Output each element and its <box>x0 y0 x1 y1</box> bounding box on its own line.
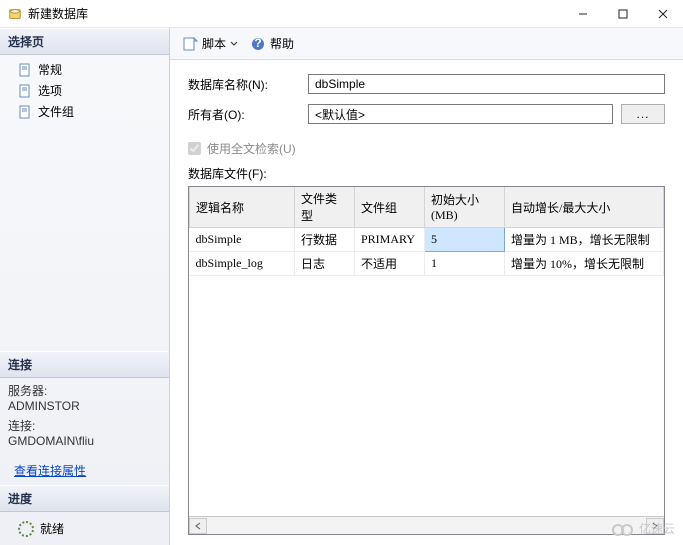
owner-label: 所有者(O): <box>188 106 308 123</box>
help-icon: ? <box>250 36 266 52</box>
view-connection-properties-link[interactable]: 查看连接属性 <box>14 462 86 479</box>
help-button[interactable]: ? 帮助 <box>246 33 298 54</box>
sidebar-item-general[interactable]: 常规 <box>0 59 169 80</box>
scroll-right-icon[interactable] <box>646 518 664 534</box>
col-filegroup[interactable]: 文件组 <box>355 187 425 228</box>
select-page-header: 选择页 <box>0 28 169 55</box>
page-icon <box>18 84 32 98</box>
sidebar-item-label: 文件组 <box>38 103 74 120</box>
horizontal-scrollbar[interactable] <box>189 516 664 534</box>
fulltext-checkbox <box>188 142 201 155</box>
form-area: 数据库名称(N): 所有者(O): ... <box>170 60 683 140</box>
help-label: 帮助 <box>270 35 294 52</box>
owner-row: 所有者(O): ... <box>188 104 665 124</box>
progress-status: 就绪 <box>0 512 169 545</box>
scroll-left-icon[interactable] <box>189 518 207 534</box>
cell-file-type[interactable]: 日志 <box>295 252 355 276</box>
page-nav-list: 常规 选项 文件组 <box>0 55 169 126</box>
files-table[interactable]: 逻辑名称 文件类型 文件组 初始大小(MB) 自动增长/最大大小 dbSimpl… <box>189 187 664 276</box>
sidebar-item-options[interactable]: 选项 <box>0 80 169 101</box>
col-file-type[interactable]: 文件类型 <box>295 187 355 228</box>
title-bar: 新建数据库 <box>0 0 683 28</box>
sidebar-item-label: 常规 <box>38 61 62 78</box>
col-autogrowth[interactable]: 自动增长/最大大小 <box>505 187 664 228</box>
cell-autogrowth[interactable]: 增量为 10%，增长无限制 <box>505 252 664 276</box>
minimize-button[interactable] <box>563 0 603 28</box>
cell-autogrowth[interactable]: 增量为 1 MB，增长无限制 <box>505 228 664 252</box>
connection-header: 连接 <box>0 351 169 378</box>
connection-label: 连接: <box>8 417 161 434</box>
connection-info: 服务器: ADMINSTOR 连接: GMDOMAIN\fliu <box>0 378 169 456</box>
svg-text:?: ? <box>254 36 261 50</box>
table-row[interactable]: dbSimple_log 日志 不适用 1 增量为 10%，增长无限制 <box>190 252 664 276</box>
progress-header: 进度 <box>0 485 169 512</box>
page-icon <box>18 63 32 77</box>
content-panel: 脚本 ? 帮助 数据库名称(N): 所有者(O): ... 使用全文检索(U) <box>170 28 683 545</box>
sidebar-item-label: 选项 <box>38 82 62 99</box>
ready-icon <box>18 521 34 537</box>
toolbar: 脚本 ? 帮助 <box>170 28 683 60</box>
fulltext-label: 使用全文检索(U) <box>207 140 296 157</box>
db-name-input[interactable] <box>308 74 665 94</box>
files-table-container: 逻辑名称 文件类型 文件组 初始大小(MB) 自动增长/最大大小 dbSimpl… <box>188 186 665 535</box>
cell-filegroup[interactable]: PRIMARY <box>355 228 425 252</box>
page-icon <box>18 105 32 119</box>
table-row[interactable]: dbSimple 行数据 PRIMARY 5 增量为 1 MB，增长无限制 <box>190 228 664 252</box>
script-button[interactable]: 脚本 <box>178 33 242 54</box>
owner-input[interactable] <box>308 104 613 124</box>
fulltext-row: 使用全文检索(U) <box>170 140 683 165</box>
db-name-row: 数据库名称(N): <box>188 74 665 94</box>
cell-logical-name[interactable]: dbSimple_log <box>190 252 295 276</box>
sidebar-item-filegroups[interactable]: 文件组 <box>0 101 169 122</box>
col-logical-name[interactable]: 逻辑名称 <box>190 187 295 228</box>
script-icon <box>182 36 198 52</box>
database-files-label: 数据库文件(F): <box>170 165 683 186</box>
cell-initial-size[interactable]: 1 <box>425 252 505 276</box>
cell-file-type[interactable]: 行数据 <box>295 228 355 252</box>
db-name-label: 数据库名称(N): <box>188 76 308 93</box>
maximize-button[interactable] <box>603 0 643 28</box>
cell-logical-name[interactable]: dbSimple <box>190 228 295 252</box>
app-icon <box>8 7 22 21</box>
status-text: 就绪 <box>40 520 64 537</box>
sidebar: 选择页 常规 选项 文件组 连接 服务器: ADMINSTOR 连接: GMDO… <box>0 28 170 545</box>
view-connection-properties[interactable]: 查看连接属性 <box>0 456 169 485</box>
close-button[interactable] <box>643 0 683 28</box>
server-label: 服务器: <box>8 382 161 399</box>
main-area: 选择页 常规 选项 文件组 连接 服务器: ADMINSTOR 连接: GMDO… <box>0 28 683 545</box>
col-initial-size[interactable]: 初始大小(MB) <box>425 187 505 228</box>
cell-initial-size[interactable]: 5 <box>425 228 505 252</box>
chevron-down-icon <box>230 37 238 51</box>
script-label: 脚本 <box>202 35 226 52</box>
server-value: ADMINSTOR <box>8 399 161 413</box>
connection-value: GMDOMAIN\fliu <box>8 434 161 448</box>
cell-filegroup[interactable]: 不适用 <box>355 252 425 276</box>
owner-browse-button[interactable]: ... <box>621 104 665 124</box>
window-title: 新建数据库 <box>28 5 563 22</box>
